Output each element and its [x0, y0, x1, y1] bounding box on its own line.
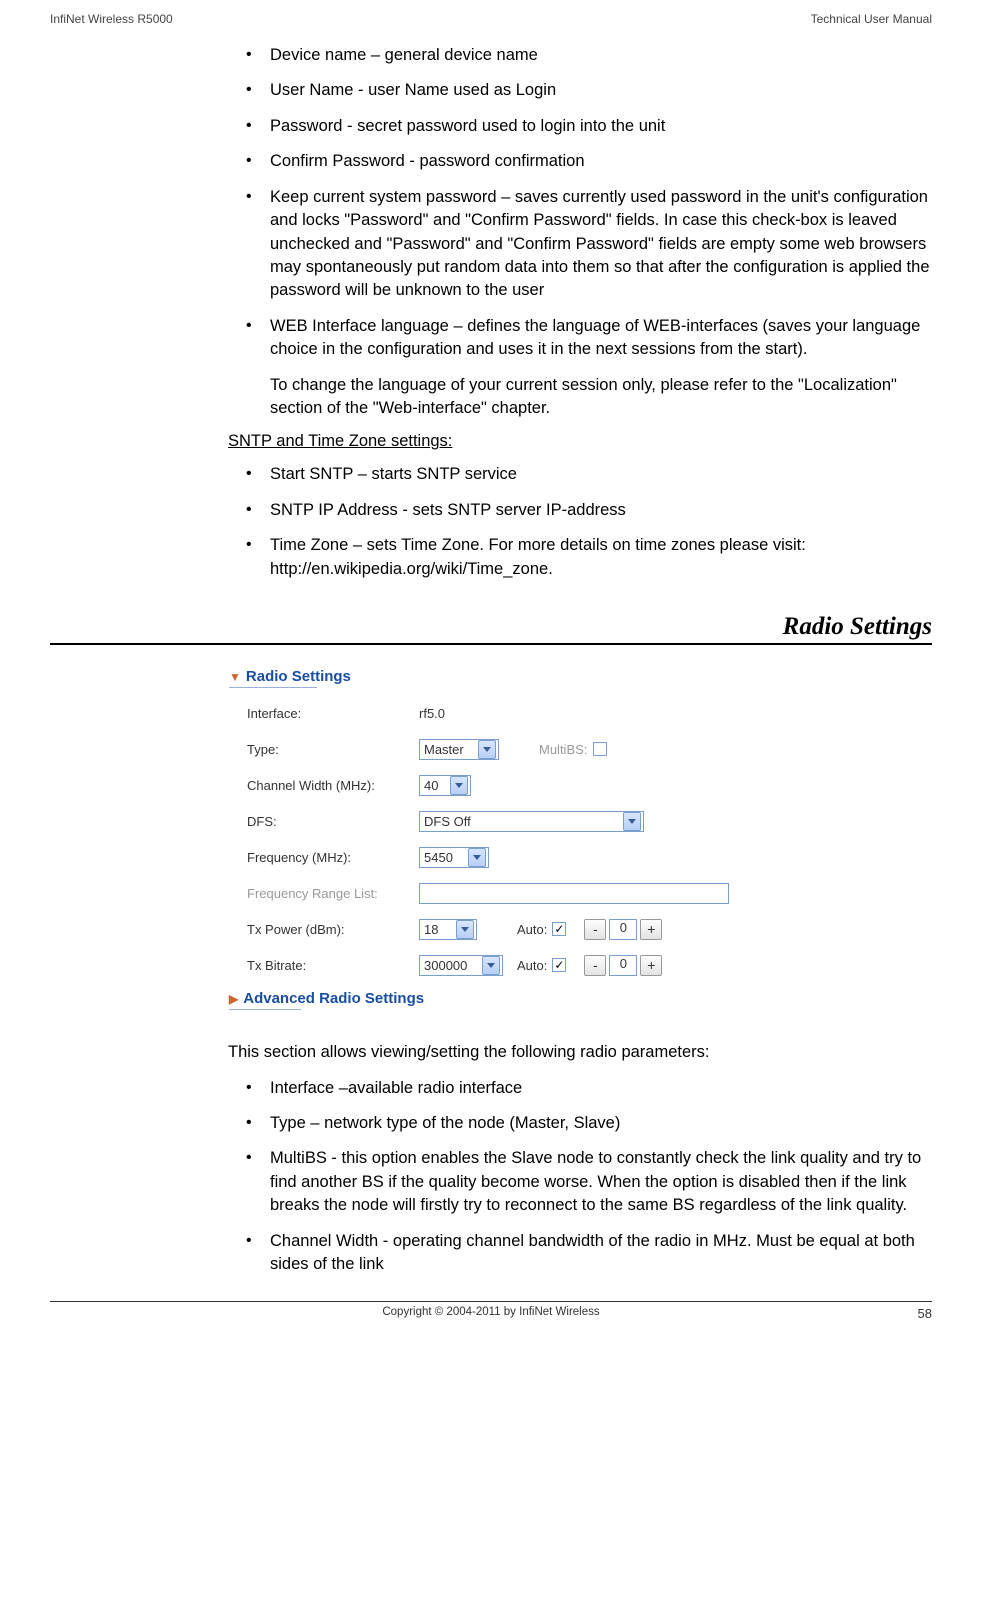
tx-bitrate-step-input[interactable]: 0: [609, 955, 637, 976]
list-item: Start SNTP – starts SNTP service: [228, 463, 932, 486]
frequency-select[interactable]: 5450: [419, 847, 489, 868]
interface-label: Interface:: [247, 706, 419, 721]
list-item: Interface –available radio interface: [228, 1077, 932, 1100]
chevron-down-icon: [478, 740, 496, 759]
chevron-down-icon: [623, 812, 641, 831]
list-item: WEB Interface language – defines the lan…: [228, 315, 932, 362]
section-title: Radio Settings: [228, 613, 932, 641]
tx-bitrate-select[interactable]: 300000: [419, 955, 503, 976]
frequency-range-input[interactable]: [419, 883, 729, 904]
dfs-value: DFS Off: [424, 814, 471, 829]
type-select-value: Master: [424, 742, 464, 757]
list-item: Device name – general device name: [228, 44, 932, 67]
body-paragraph: This section allows viewing/setting the …: [228, 1041, 932, 1064]
list-item: Channel Width - operating channel bandwi…: [228, 1230, 932, 1277]
sntp-heading: SNTP and Time Zone settings:: [228, 432, 932, 451]
chevron-down-icon: [456, 920, 474, 939]
advanced-radio-header[interactable]: ▶ Advanced Radio Settings: [229, 990, 769, 1007]
chevron-down-icon: [468, 848, 486, 867]
tx-bitrate-plus-button[interactable]: +: [640, 955, 662, 976]
channel-width-select[interactable]: 40: [419, 775, 471, 796]
header-underline: [229, 687, 317, 688]
list-item-continuation: To change the language of your current s…: [270, 374, 932, 421]
advanced-underline: [229, 1009, 301, 1010]
list-item: SNTP IP Address - sets SNTP server IP-ad…: [228, 499, 932, 522]
channel-width-label: Channel Width (MHz):: [247, 778, 419, 793]
list-item: Keep current system password – saves cur…: [228, 186, 932, 303]
dfs-label: DFS:: [247, 814, 419, 829]
list-item: Confirm Password - password confirmation: [228, 150, 932, 173]
footer-copyright: Copyright © 2004-2011 by InfiNet Wireles…: [382, 1306, 599, 1318]
list-item: Type – network type of the node (Master,…: [228, 1112, 932, 1135]
multibs-label: MultiBS:: [539, 742, 587, 757]
advanced-radio-header-label: Advanced Radio Settings: [243, 990, 424, 1007]
collapse-icon: ▼: [229, 670, 241, 684]
tx-power-auto-checkbox[interactable]: [552, 922, 566, 936]
list-item: User Name - user Name used as Login: [228, 79, 932, 102]
expand-icon: ▶: [229, 992, 238, 1006]
chevron-down-icon: [450, 776, 468, 795]
tx-power-plus-button[interactable]: +: [640, 919, 662, 940]
tx-bitrate-auto-checkbox[interactable]: [552, 958, 566, 972]
tx-power-auto-label: Auto:: [517, 922, 547, 937]
tx-power-select[interactable]: 18: [419, 919, 477, 940]
header-right: Technical User Manual: [811, 12, 932, 26]
tx-bitrate-auto-label: Auto:: [517, 958, 547, 973]
frequency-range-label: Frequency Range List:: [247, 886, 419, 901]
dfs-select[interactable]: DFS Off: [419, 811, 644, 832]
interface-value: rf5.0: [419, 706, 445, 721]
radio-settings-panel: ▼ Radio Settings Interface: rf5.0 Type: …: [228, 659, 770, 1021]
tx-bitrate-label: Tx Bitrate:: [247, 958, 419, 973]
type-select[interactable]: Master: [419, 739, 499, 760]
page-number: 58: [918, 1306, 932, 1321]
tx-power-value: 18: [424, 922, 438, 937]
tx-power-minus-button[interactable]: -: [584, 919, 606, 940]
list-item: MultiBS - this option enables the Slave …: [228, 1147, 932, 1217]
tx-bitrate-value: 300000: [424, 958, 467, 973]
frequency-value: 5450: [424, 850, 453, 865]
channel-width-value: 40: [424, 778, 438, 793]
frequency-label: Frequency (MHz):: [247, 850, 419, 865]
section-rule: [50, 643, 932, 645]
tx-power-step-input[interactable]: 0: [609, 919, 637, 940]
radio-settings-header[interactable]: ▼ Radio Settings: [229, 668, 769, 685]
tx-bitrate-minus-button[interactable]: -: [584, 955, 606, 976]
list-item: Time Zone – sets Time Zone. For more det…: [228, 534, 932, 581]
header-left: InfiNet Wireless R5000: [50, 12, 173, 26]
radio-settings-header-label: Radio Settings: [246, 668, 351, 685]
chevron-down-icon: [482, 956, 500, 975]
list-item: Password - secret password used to login…: [228, 115, 932, 138]
multibs-checkbox[interactable]: [593, 742, 607, 756]
tx-power-label: Tx Power (dBm):: [247, 922, 419, 937]
type-label: Type:: [247, 742, 419, 757]
